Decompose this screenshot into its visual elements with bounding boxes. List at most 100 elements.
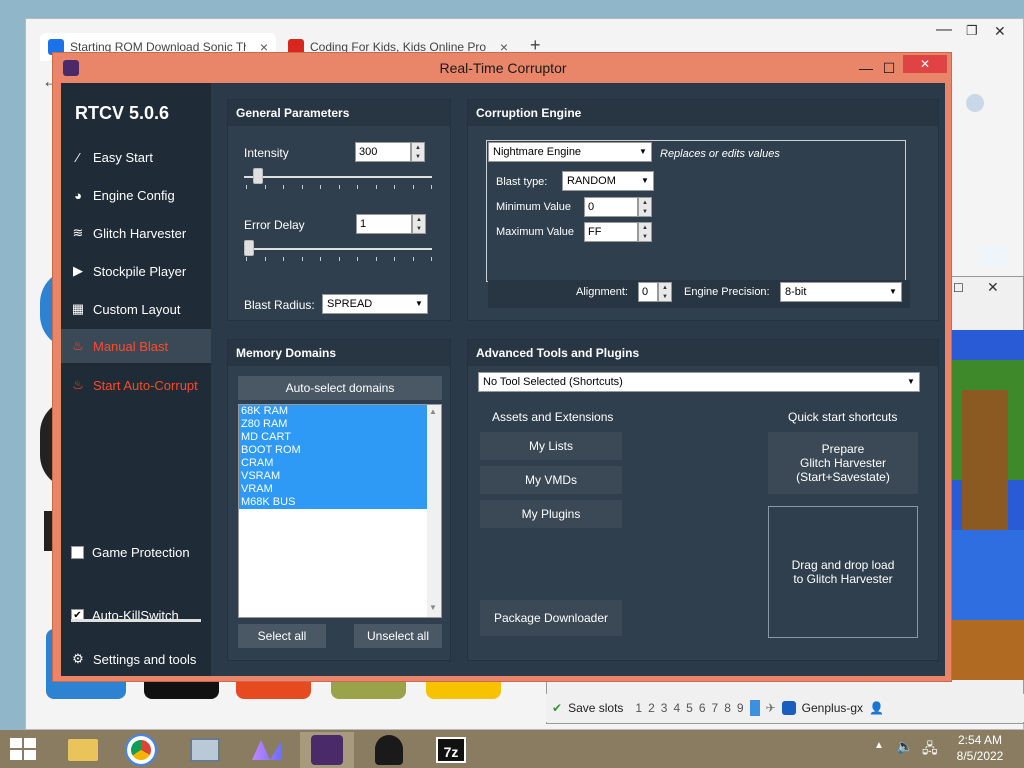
error-delay-slider-track[interactable]: [244, 248, 432, 250]
slot-3[interactable]: 3: [661, 701, 668, 715]
sidebar-item-engine-config[interactable]: ◕ Engine Config: [61, 177, 211, 213]
sidebar-item-settings[interactable]: ⚙ Settings and tools: [61, 641, 211, 677]
windows-start-icon[interactable]: [10, 738, 36, 760]
tool-select[interactable]: No Tool Selected (Shortcuts) ▼: [478, 372, 920, 392]
prepare-glitch-harvester-button[interactable]: Prepare Glitch Harvester (Start+Savestat…: [768, 432, 918, 494]
list-item[interactable]: Z80 RAM: [239, 418, 427, 431]
maximum-value-spinner[interactable]: ▲ ▼: [638, 222, 652, 242]
sidebar-item-custom-layout[interactable]: ▦ Custom Layout: [61, 291, 211, 327]
network-icon[interactable]: 🖧: [922, 738, 938, 762]
control-panel-icon[interactable]: [178, 732, 232, 768]
package-downloader-button[interactable]: Package Downloader: [480, 600, 622, 636]
wand-icon: ⁄: [76, 149, 80, 165]
game-protection-checkbox[interactable]: Game Protection: [61, 534, 211, 570]
slot-7[interactable]: 7: [712, 701, 719, 715]
slot-5[interactable]: 5: [686, 701, 693, 715]
slot-9[interactable]: 9: [737, 701, 744, 715]
chrome-icon[interactable]: [114, 732, 168, 768]
sidebar-item-glitch-harvester[interactable]: ≋ Glitch Harvester: [61, 215, 211, 251]
general-parameters-panel: General Parameters Intensity 300 ▲ ▼ Erro…: [227, 99, 451, 321]
alignment-input[interactable]: 0: [638, 282, 658, 302]
slot-1[interactable]: 1: [635, 701, 642, 715]
sidebar-item-label: Glitch Harvester: [93, 225, 187, 241]
unselect-all-button[interactable]: Unselect all: [354, 624, 442, 648]
sidebar-item-stockpile-player[interactable]: ▶ Stockpile Player: [61, 253, 211, 289]
browser-minimize-button[interactable]: —: [936, 21, 952, 39]
blast-radius-select[interactable]: SPREAD ▼: [322, 294, 428, 314]
error-delay-slider-thumb[interactable]: [244, 240, 254, 256]
auto-select-domains-button[interactable]: Auto-select domains: [238, 376, 442, 400]
7zip-icon[interactable]: 7z: [424, 732, 478, 768]
minimum-value-spinner[interactable]: ▲ ▼: [638, 197, 652, 217]
genplus-icon: [781, 701, 796, 715]
my-plugins-button[interactable]: My Plugins: [480, 500, 622, 528]
scroll-down-icon[interactable]: ▼: [429, 603, 437, 612]
maximum-value-input[interactable]: FF: [584, 222, 638, 242]
tray-expand-icon[interactable]: ▲: [874, 740, 884, 751]
sidebar-item-start-auto-corrupt[interactable]: ♨ Start Auto-Corrupt: [61, 367, 211, 403]
list-item[interactable]: BOOT ROM: [239, 444, 427, 457]
slot-8[interactable]: 8: [724, 701, 731, 715]
slot-4[interactable]: 4: [673, 701, 680, 715]
file-explorer-icon[interactable]: [56, 732, 110, 768]
fire-icon: ♨: [72, 377, 84, 392]
clock[interactable]: 2:54 AM 8/5/2022: [950, 732, 1010, 764]
intensity-label: Intensity: [244, 146, 289, 160]
blast-radius-label: Blast Radius:: [244, 298, 315, 312]
engine-select[interactable]: Nightmare Engine ▼: [488, 142, 652, 162]
list-item[interactable]: VSRAM: [239, 470, 427, 483]
scroll-up-icon[interactable]: ▲: [429, 407, 437, 416]
clock-date: 8/5/2022: [956, 749, 1004, 763]
intensity-slider-track[interactable]: [244, 176, 432, 178]
alignment-spinner[interactable]: ▲ ▼: [658, 282, 672, 302]
assets-title: Assets and Extensions: [492, 410, 614, 424]
browser-restore-button[interactable]: ❐: [966, 23, 978, 39]
minimize-button[interactable]: —: [853, 53, 879, 83]
emu-maximize-button[interactable]: ☐: [953, 281, 964, 295]
volume-icon[interactable]: 🔈: [896, 738, 913, 755]
killswitch-progress: [71, 619, 201, 622]
corruptor-launcher-icon[interactable]: [240, 732, 294, 768]
my-lists-button[interactable]: My Lists: [480, 432, 622, 460]
slot-2[interactable]: 2: [648, 701, 655, 715]
intensity-spinner[interactable]: ▲ ▼: [411, 142, 425, 162]
list-item[interactable]: MD CART: [239, 431, 427, 444]
intensity-slider-thumb[interactable]: [252, 168, 263, 184]
drop-zone[interactable]: Drag and drop load to Glitch Harvester: [768, 506, 918, 638]
rtcv-app-icon[interactable]: [300, 732, 354, 768]
list-item[interactable]: CRAM: [239, 457, 427, 470]
domain-list[interactable]: 68K RAM Z80 RAM MD CART BOOT ROM CRAM VS…: [238, 404, 442, 618]
slot-6[interactable]: 6: [699, 701, 706, 715]
close-button[interactable]: ✕: [903, 55, 947, 73]
list-item[interactable]: VRAM: [239, 483, 427, 496]
anonymous-app-icon[interactable]: [362, 732, 416, 768]
sidebar-item-label: Custom Layout: [93, 301, 181, 317]
minimum-value-input[interactable]: 0: [584, 197, 638, 217]
error-delay-input[interactable]: 1: [356, 214, 412, 234]
engine-precision-select[interactable]: 8-bit ▼: [780, 282, 902, 302]
profile-avatar[interactable]: [966, 94, 984, 112]
sidebar-item-easy-start[interactable]: ⁄ Easy Start: [61, 139, 211, 175]
play-icon: ▶: [73, 263, 83, 278]
emu-close-button[interactable]: ✕: [987, 279, 999, 296]
window-title: Real-Time Corruptor: [439, 60, 567, 76]
engine-description: Replaces or edits values: [660, 148, 780, 160]
slot-0-selected[interactable]: [749, 700, 760, 716]
domain-list-scrollbar[interactable]: ▲ ▼: [427, 405, 441, 617]
list-item[interactable]: M68K BUS: [239, 496, 427, 509]
error-delay-spinner[interactable]: ▲ ▼: [412, 214, 426, 234]
blast-type-select[interactable]: RANDOM ▼: [562, 171, 654, 191]
sidebar-item-manual-blast[interactable]: ♨ Manual Blast: [61, 329, 211, 363]
chevron-down-icon: ▼: [411, 295, 427, 313]
app-version-title: RTCV 5.0.6: [75, 103, 170, 123]
browser-close-button[interactable]: ✕: [994, 23, 1006, 40]
grid-icon: ▦: [71, 301, 85, 316]
gauge-icon: ◕: [74, 187, 82, 203]
my-vmds-button[interactable]: My VMDs: [480, 466, 622, 494]
intensity-input[interactable]: 300: [355, 142, 411, 162]
maximize-button[interactable]: ☐: [879, 53, 899, 83]
select-all-button[interactable]: Select all: [238, 624, 326, 648]
auto-killswitch-checkbox[interactable]: ✔ Auto-KillSwitch: [61, 597, 211, 633]
list-item[interactable]: 68K RAM: [239, 405, 427, 418]
blast-radius-value: SPREAD: [327, 298, 373, 310]
